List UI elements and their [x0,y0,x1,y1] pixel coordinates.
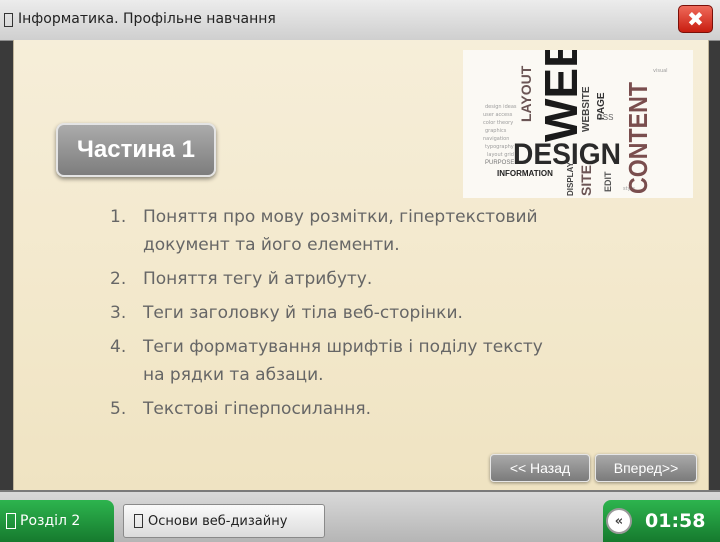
back-button[interactable]: << Назад [490,454,590,482]
document-icon [4,13,13,27]
svg-text:user access: user access [483,112,513,118]
topic-tab[interactable]: Основи веб-дизайну [123,504,325,538]
section-label: Розділ 2 [20,513,81,529]
svg-text:layout grid: layout grid [487,152,514,158]
timer: « 01:58 [603,500,720,542]
back-arrow-icon[interactable]: « [606,508,632,534]
list-item: 2. Поняття тегу й атрибуту. [110,265,610,293]
svg-text:design ideas: design ideas [485,104,517,110]
list-text-continued: документ та його елементи. [143,235,400,255]
list-item: 4. Теги форматування шрифтів і поділу те… [110,333,610,389]
list-number: 5. [110,399,127,419]
window-title: Інформатика. Профільне навчання [18,11,276,27]
document-icon [134,514,143,528]
word-purpose: PURPOSE [485,160,514,166]
next-button[interactable]: Вперед>> [595,454,697,482]
web-design-word-cloud: design ideas user access color theory grap… [463,50,693,198]
list-number: 1. [110,207,127,227]
part-label: Частина 1 [77,136,195,163]
list-item: 3. Теги заголовку й тіла веб-сторінки. [110,299,610,327]
app-window: Інформатика. Профільне навчання ✖ design… [0,0,720,542]
svg-text:graphics: graphics [485,128,507,134]
close-button[interactable]: ✖ [678,5,713,33]
word-site: SITE [578,165,594,196]
title-bar: Інформатика. Профільне навчання ✖ [0,0,720,41]
svg-text:color theory: color theory [483,120,513,126]
list-text: Поняття тегу й атрибуту. [143,269,373,289]
list-item: 1. Поняття про мову розмітки, гіпертекст… [110,203,610,259]
svg-text:visual: visual [653,68,668,74]
word-content: CONTENT [623,82,653,194]
word-layout: LAYOUT [518,65,534,122]
word-information: INFORMATION [497,169,553,178]
word-website: WEBSITE [581,86,592,132]
list-number: 4. [110,337,127,357]
list-text: Текстові гіперпосилання. [143,399,371,419]
timer-value: 01:58 [645,510,706,532]
list-item: 5. Текстові гіперпосилання. [110,395,610,423]
topics-list: 1. Поняття про мову розмітки, гіпертекст… [110,203,610,429]
part-badge: Частина 1 [56,123,216,177]
svg-text:navigation: navigation [483,136,509,142]
word-display: DISPLAY [566,161,575,196]
list-text: Теги заголовку й тіла веб-сторінки. [143,303,463,323]
document-icon [6,513,16,529]
list-number: 2. [110,269,127,289]
list-text: Теги форматування шрифтів і поділу текст… [143,337,543,357]
content-panel: design ideas user access color theory grap… [13,40,709,490]
list-text: Поняття про мову розмітки, гіпертекстови… [143,207,538,227]
list-text-continued: на рядки та абзаци. [143,365,324,385]
section-indicator[interactable]: Розділ 2 [0,500,114,542]
svg-text:typography: typography [485,144,514,150]
bottom-bar: Розділ 2 Основи веб-дизайну « 01:58 [0,490,720,542]
topic-label: Основи веб-дизайну [148,513,288,529]
word-web: WEB [535,50,587,142]
close-icon: ✖ [687,7,704,31]
word-edit: EDIT [603,171,613,192]
list-number: 3. [110,303,127,323]
word-css: CSS [597,113,613,122]
